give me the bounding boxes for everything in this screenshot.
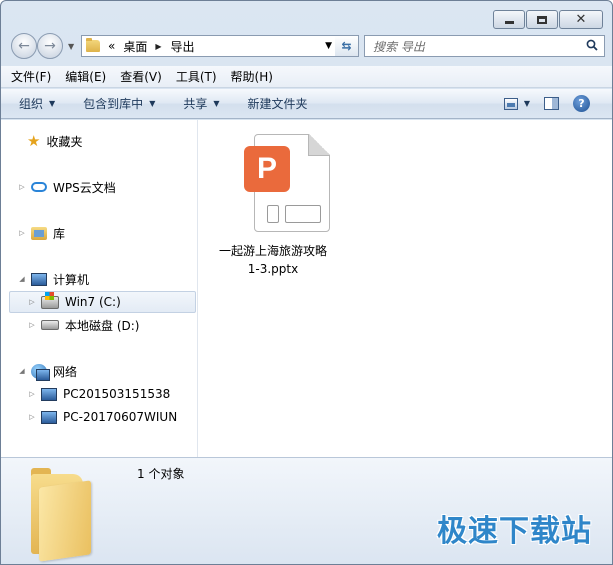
slide-layout-icon	[267, 205, 321, 223]
organize-label: 组织	[19, 97, 44, 111]
address-overflow[interactable]: «	[108, 39, 115, 53]
chevron-down-icon: ▼	[213, 99, 220, 108]
folder-icon	[86, 38, 100, 52]
expand-arrow-icon[interactable]: ▷	[27, 390, 37, 398]
share-button[interactable]: 共享 ▼	[183, 95, 219, 112]
system-drive-icon	[41, 291, 59, 309]
nav-drive-d-label: 本地磁盘 (D:)	[65, 318, 140, 333]
help-icon[interactable]: ?	[573, 95, 590, 112]
pptx-file-icon: P	[234, 132, 330, 236]
expand-arrow-icon[interactable]: ▷	[27, 298, 37, 306]
nav-network[interactable]: ◢ 网络	[17, 361, 77, 381]
refresh-icon: ⇆	[341, 39, 352, 53]
maximize-icon	[537, 15, 547, 24]
forward-button[interactable]: →	[37, 33, 63, 59]
ppt-badge: P	[244, 146, 290, 192]
nav-libraries[interactable]: ▷ 库	[17, 223, 65, 243]
maximize-button[interactable]	[526, 10, 558, 29]
content-area: ★ 收藏夹 ▷ WPS云文档 ▷ 库 ◢ 计算机 ▷ Win7 (C:) ▷ 本…	[1, 120, 612, 457]
nav-drive-c[interactable]: ▷ Win7 (C:)	[27, 291, 121, 312]
search-icon[interactable]	[586, 39, 598, 51]
navigation-pane: ★ 收藏夹 ▷ WPS云文档 ▷ 库 ◢ 计算机 ▷ Win7 (C:) ▷ 本…	[1, 120, 198, 457]
include-in-library-button[interactable]: 包含到库中 ▼	[83, 95, 155, 112]
address-bar[interactable]: « 桌面 ▶ 导出 ▼	[81, 35, 337, 57]
close-button[interactable]: ✕	[559, 10, 603, 29]
nav-favorites[interactable]: ★ 收藏夹	[27, 131, 82, 151]
collapse-arrow-icon[interactable]: ◢	[17, 275, 27, 283]
file-corner-fold	[308, 134, 330, 156]
breadcrumb-chevron-icon[interactable]: ▶	[155, 42, 161, 51]
star-icon: ★	[27, 131, 41, 150]
collapse-arrow-icon[interactable]: ◢	[17, 367, 27, 375]
forward-arrow-icon: →	[44, 38, 56, 54]
expand-arrow-icon[interactable]: ▷	[17, 183, 27, 191]
new-folder-label: 新建文件夹	[247, 97, 308, 111]
file-item[interactable]: P 一起游上海旅游攻略 1-3.pptx	[213, 132, 333, 278]
nav-drive-d[interactable]: ▷ 本地磁盘 (D:)	[27, 315, 139, 335]
preview-pane-icon[interactable]	[544, 97, 559, 110]
close-icon: ✕	[575, 12, 587, 27]
minimize-button[interactable]	[493, 10, 525, 29]
menu-view[interactable]: 查看(V)	[120, 68, 162, 85]
file-name-line1: 一起游上海旅游攻略	[218, 244, 327, 258]
minimize-icon	[504, 21, 514, 24]
address-dropdown-icon[interactable]: ▼	[325, 41, 332, 51]
nav-pc2-label: PC-20170607WIUN	[63, 410, 178, 424]
menu-file[interactable]: 文件(F)	[11, 68, 51, 85]
nav-pc1-label: PC201503151538	[63, 387, 171, 401]
caption-buttons: ✕	[493, 10, 603, 29]
new-folder-button[interactable]: 新建文件夹	[248, 95, 308, 112]
computer-icon	[41, 410, 57, 424]
file-list-pane: P 一起游上海旅游攻略 1-3.pptx	[199, 120, 612, 457]
recent-pages-dropdown[interactable]: ▼	[68, 42, 74, 51]
nav-computer-label: 计算机	[53, 272, 90, 287]
cloud-icon	[31, 182, 47, 192]
watermark-logo: 极速下载站	[437, 514, 592, 549]
nav-wps-cloud[interactable]: ▷ WPS云文档	[17, 177, 116, 197]
hard-drive-icon	[41, 320, 59, 330]
details-pane: 1 个对象 极速下载站	[1, 457, 612, 564]
explorer-window: ✕ ← → ▼ « 桌面 ▶ 导出 ▼ ⇆ 搜索 导出 文件(F) 编辑(E) …	[0, 0, 613, 565]
menu-help[interactable]: 帮助(H)	[231, 68, 273, 85]
back-arrow-icon: ←	[18, 38, 30, 54]
menu-tools[interactable]: 工具(T)	[176, 68, 217, 85]
computer-icon	[31, 272, 47, 286]
computer-icon	[41, 387, 57, 401]
menu-bar: 文件(F) 编辑(E) 查看(V) 工具(T) 帮助(H)	[1, 66, 612, 88]
share-label: 共享	[183, 97, 208, 111]
view-dropdown-icon[interactable]: ▼	[524, 99, 530, 108]
nav-drive-c-label: Win7 (C:)	[65, 295, 121, 309]
back-button[interactable]: ←	[11, 33, 37, 59]
expand-arrow-icon[interactable]: ▷	[17, 229, 27, 237]
change-view-icon[interactable]	[503, 97, 518, 110]
chevron-down-icon: ▼	[49, 99, 56, 108]
nav-libraries-label: 库	[53, 226, 66, 241]
library-icon	[31, 226, 47, 240]
item-count: 1 个对象	[137, 467, 185, 481]
network-icon	[31, 363, 50, 381]
folder-icon	[31, 464, 103, 562]
nav-pc1[interactable]: ▷ PC201503151538	[27, 384, 170, 404]
file-name-line2: 1-3.pptx	[247, 262, 299, 276]
expand-arrow-icon[interactable]: ▷	[27, 413, 37, 421]
command-bar: 组织 ▼ 包含到库中 ▼ 共享 ▼ 新建文件夹 ▼ ?	[1, 89, 612, 119]
menu-edit[interactable]: 编辑(E)	[65, 68, 106, 85]
file-name: 一起游上海旅游攻略 1-3.pptx	[213, 242, 333, 278]
nav-favorites-label: 收藏夹	[46, 134, 83, 149]
command-bar-right: ▼ ?	[503, 95, 590, 112]
navigation-row: ← → ▼ « 桌面 ▶ 导出 ▼ ⇆ 搜索 导出	[9, 33, 605, 61]
search-input[interactable]: 搜索 导出	[364, 35, 605, 57]
chevron-down-icon: ▼	[149, 99, 156, 108]
nav-pc2[interactable]: ▷ PC-20170607WIUN	[27, 407, 177, 427]
breadcrumb-export[interactable]: 导出	[171, 38, 195, 55]
breadcrumb-desktop[interactable]: 桌面	[123, 38, 147, 55]
refresh-button[interactable]: ⇆	[335, 35, 359, 57]
nav-network-label: 网络	[53, 364, 78, 379]
nav-wps-cloud-label: WPS云文档	[53, 180, 116, 195]
search-placeholder: 搜索 导出	[373, 39, 425, 54]
organize-button[interactable]: 组织 ▼	[19, 95, 55, 112]
nav-computer[interactable]: ◢ 计算机	[17, 269, 89, 289]
include-library-label: 包含到库中	[83, 97, 144, 111]
expand-arrow-icon[interactable]: ▷	[27, 321, 37, 329]
